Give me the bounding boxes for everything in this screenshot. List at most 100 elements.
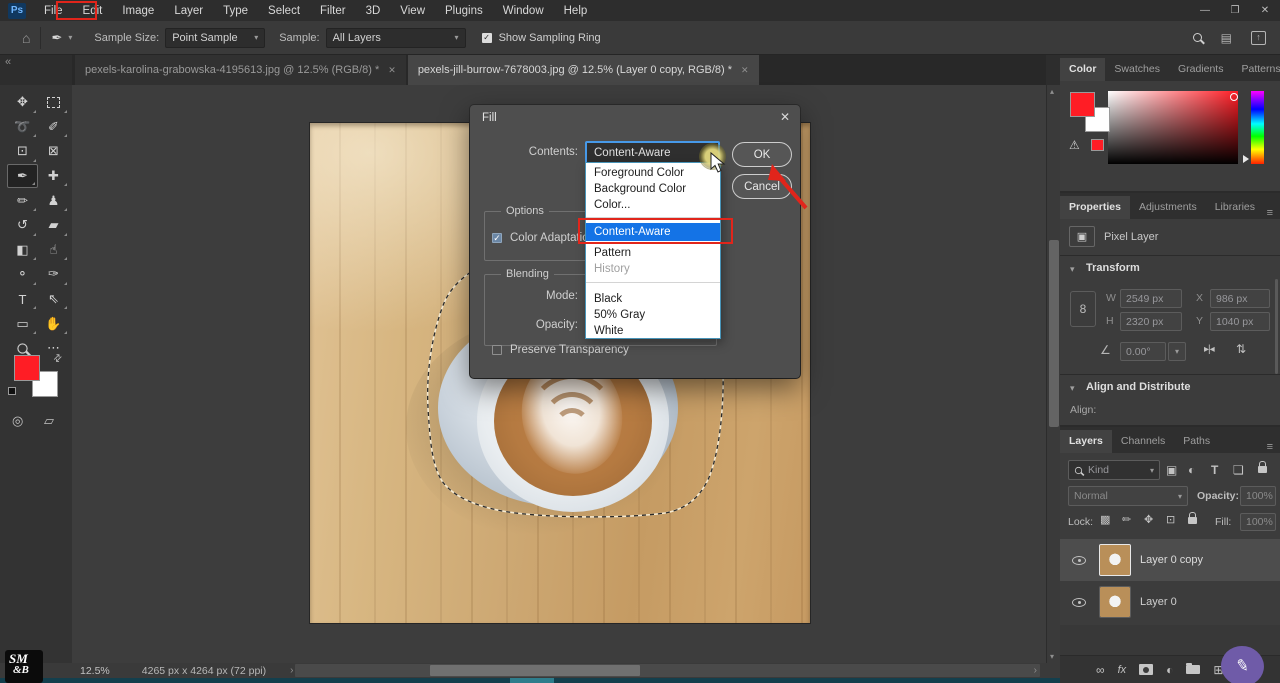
close-tab-icon[interactable]: ✕ — [388, 65, 396, 76]
dropdown-option-pattern[interactable]: Pattern — [586, 245, 720, 261]
menu-edit[interactable]: Edit — [73, 2, 113, 20]
height-field[interactable]: 2320 px — [1120, 312, 1182, 331]
menu-plugins[interactable]: Plugins — [435, 2, 493, 20]
filter-adjustment-layers-icon[interactable]: ◐ — [1188, 463, 1195, 477]
rectangle-tool[interactable]: ▭ — [7, 311, 38, 336]
crop-tool[interactable]: ⊡ — [7, 139, 38, 164]
eraser-tool[interactable]: ▰ — [38, 213, 69, 238]
close-tab-icon[interactable]: ✕ — [741, 65, 749, 76]
status-chevron-icon[interactable]: › — [290, 665, 293, 676]
hand-tool[interactable]: ✋ — [38, 311, 69, 336]
path-selection-tool[interactable]: ⇖ — [38, 287, 69, 312]
layer-name[interactable]: Layer 0 copy — [1140, 554, 1203, 566]
lasso-tool[interactable]: ➰ — [7, 115, 38, 140]
zoom-level[interactable]: 12.5% — [80, 665, 110, 677]
blend-mode-dropdown[interactable]: Normal ▾ — [1068, 486, 1188, 506]
tab-layers[interactable]: Layers — [1060, 430, 1112, 453]
vertical-scrollbar[interactable]: ▴ ▾ — [1046, 85, 1060, 663]
tab-patterns[interactable]: Patterns — [1232, 58, 1280, 81]
layer-row-0[interactable]: Layer 0 copy — [1060, 539, 1280, 581]
color-field-marker[interactable] — [1230, 93, 1238, 101]
collapse-panels-icon[interactable]: « — [5, 56, 11, 68]
tab-gradients[interactable]: Gradients — [1169, 58, 1233, 81]
color-saturation-field[interactable] — [1108, 91, 1238, 164]
tab-color[interactable]: Color — [1060, 58, 1105, 81]
lock-all-icon[interactable] — [1188, 517, 1197, 524]
filter-type-layers-icon[interactable]: T — [1211, 463, 1218, 477]
ok-button[interactable]: OK — [732, 142, 792, 167]
eyedropper-tool-icon[interactable]: ✒ — [51, 30, 62, 46]
default-colors-icon[interactable] — [8, 387, 16, 395]
hue-slider-marker[interactable] — [1243, 155, 1249, 163]
x-field[interactable]: 986 px — [1210, 289, 1270, 308]
align-section-header[interactable]: Align and Distribute — [1086, 381, 1191, 393]
menu-help[interactable]: Help — [554, 2, 598, 20]
horizontal-scrollbar[interactable]: › — [295, 664, 1040, 677]
panel-scrollbar[interactable] — [1275, 279, 1278, 374]
document-tab-2[interactable]: pexels-jill-burrow-7678003.jpg @ 12.5% (… — [408, 55, 759, 85]
close-button[interactable]: ✕ — [1250, 0, 1280, 21]
tab-libraries[interactable]: Libraries — [1206, 196, 1264, 219]
rotation-dropdown[interactable]: ▾ — [1168, 342, 1186, 361]
panel-menu-icon[interactable]: ≡ — [1267, 441, 1273, 453]
spot-healing-brush-tool[interactable]: ✚ — [38, 164, 69, 189]
document-tab-1[interactable]: pexels-karolina-grabowska-4195613.jpg @ … — [75, 55, 406, 85]
section-chevron-icon[interactable]: ▾ — [1070, 264, 1075, 275]
dropdown-option-50-gray[interactable]: 50% Gray — [586, 307, 720, 323]
layer-filter-kind-dropdown[interactable]: Kind ▾ — [1068, 460, 1160, 480]
tab-paths[interactable]: Paths — [1174, 430, 1219, 453]
panel-foreground-swatch[interactable] — [1070, 92, 1095, 117]
adjustment-layer-icon[interactable]: ◐ — [1166, 663, 1173, 677]
gamut-swatch[interactable] — [1091, 139, 1104, 151]
home-icon[interactable]: ⌂ — [22, 30, 30, 46]
color-adaptation-checkbox[interactable]: ✓ — [492, 233, 502, 243]
menu-file[interactable]: File — [34, 2, 73, 20]
transform-section-header[interactable]: Transform — [1086, 262, 1140, 274]
opacity-field[interactable]: 100% — [1240, 486, 1276, 506]
dodge-tool[interactable]: ⚬ — [7, 262, 38, 287]
pen-tool[interactable]: ✑ — [38, 262, 69, 287]
swap-colors-icon[interactable]: ⇄ — [51, 352, 65, 366]
sample-size-dropdown[interactable]: Point Sample ▾ — [165, 28, 265, 48]
sample-dropdown[interactable]: All Layers ▾ — [326, 28, 466, 48]
menu-window[interactable]: Window — [493, 2, 554, 20]
dialog-close-icon[interactable]: ✕ — [780, 110, 790, 124]
restore-button[interactable]: ❐ — [1220, 0, 1250, 21]
object-selection-tool[interactable]: ✐ — [38, 115, 69, 140]
rotation-field[interactable]: 0.00° — [1120, 342, 1166, 361]
lock-position-icon[interactable]: ✥ — [1144, 513, 1153, 526]
tab-channels[interactable]: Channels — [1112, 430, 1174, 453]
lock-artboard-icon[interactable]: ⊡ — [1166, 513, 1175, 526]
y-field[interactable]: 1040 px — [1210, 312, 1270, 331]
horizontal-scrollbar-thumb[interactable] — [430, 665, 640, 676]
preserve-transparency-checkbox[interactable] — [492, 345, 502, 355]
layer-visibility-icon[interactable] — [1072, 556, 1086, 565]
menu-3d[interactable]: 3D — [356, 2, 391, 20]
chevron-down-icon[interactable]: ▾ — [68, 33, 72, 42]
scroll-up-icon[interactable]: ▴ — [1050, 87, 1054, 96]
rectangular-marquee-tool[interactable] — [38, 90, 69, 115]
vertical-scrollbar-thumb[interactable] — [1049, 240, 1059, 427]
hue-slider[interactable] — [1251, 91, 1264, 164]
add-layer-mask-icon[interactable] — [1139, 664, 1153, 675]
fill-field[interactable]: 100% — [1240, 513, 1276, 531]
scroll-down-icon[interactable]: ▾ — [1050, 652, 1054, 661]
layer-thumbnail[interactable] — [1100, 545, 1130, 575]
share-icon[interactable]: ↑ — [1251, 31, 1266, 45]
dropdown-option-white[interactable]: White — [586, 323, 720, 339]
layer-name[interactable]: Layer 0 — [1140, 596, 1177, 608]
tab-properties[interactable]: Properties — [1060, 196, 1130, 219]
eyedropper-tool[interactable]: ✒ — [7, 164, 38, 189]
scroll-right-icon[interactable]: › — [1034, 665, 1037, 676]
dropdown-option-background-color[interactable]: Background Color — [586, 181, 720, 197]
menu-layer[interactable]: Layer — [164, 2, 213, 20]
panel-menu-icon[interactable]: ≡ — [1267, 207, 1273, 219]
menu-filter[interactable]: Filter — [310, 2, 356, 20]
dropdown-option-color[interactable]: Color... — [586, 197, 720, 213]
section-chevron-icon[interactable]: ▾ — [1070, 383, 1075, 394]
menu-view[interactable]: View — [390, 2, 435, 20]
brush-tool[interactable]: ✏ — [7, 188, 38, 213]
filter-locked-layers-icon[interactable] — [1258, 466, 1267, 473]
link-dimensions-icon[interactable]: 8 — [1070, 291, 1096, 327]
menu-image[interactable]: Image — [112, 2, 164, 20]
